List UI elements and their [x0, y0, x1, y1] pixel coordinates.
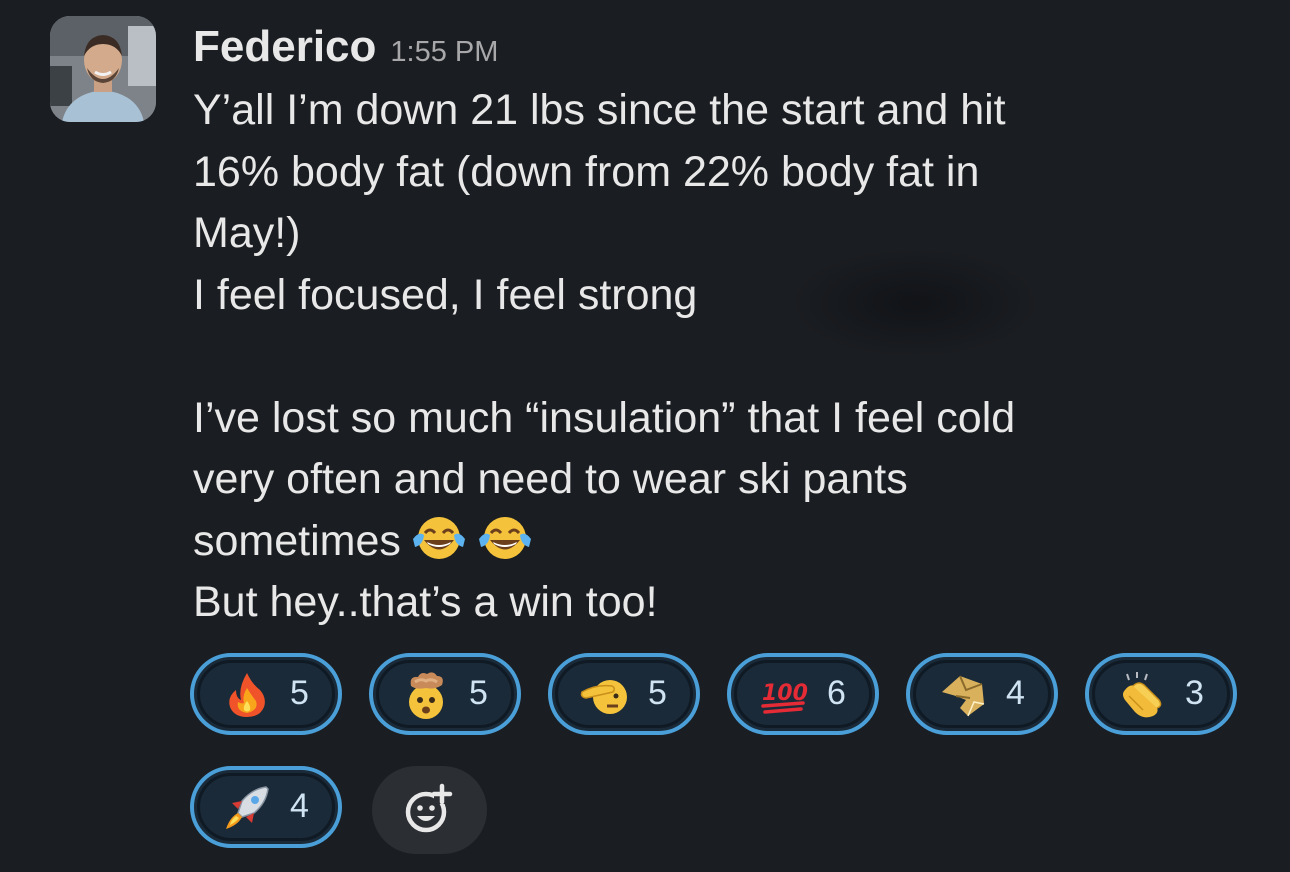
reaction-rocket[interactable]: 4 — [190, 766, 342, 848]
reaction-count: 5 — [290, 674, 309, 712]
reaction-count: 4 — [290, 787, 309, 825]
author-name[interactable]: Federico — [193, 22, 376, 72]
message-container: Federico 1:55 PM Y’all I’m down 21 lbs s… — [0, 0, 1290, 872]
message-timestamp[interactable]: 1:55 PM — [390, 36, 498, 69]
reaction-exploding-head[interactable]: 5 — [369, 653, 521, 735]
author-avatar[interactable] — [50, 16, 156, 122]
reaction-count: 6 — [827, 674, 846, 712]
reaction-fire[interactable]: 5 — [190, 653, 342, 735]
add-emoji-icon — [405, 783, 453, 833]
redacted-area — [790, 248, 1040, 358]
face-with-tears-of-joy-icon — [411, 513, 467, 581]
message-line-with-emoji: sometimes — [193, 511, 1233, 573]
message-body: Y’all I’m down 21 lbs since the start an… — [193, 80, 1233, 634]
message-header: Federico 1:55 PM — [193, 22, 498, 78]
face-with-tears-of-joy-icon — [477, 513, 533, 581]
message-line: very often and need to wear ski pants — [193, 455, 908, 503]
fire-icon — [229, 673, 265, 717]
gold-lion-logo-icon — [942, 675, 985, 717]
avatar-photo-icon — [50, 16, 156, 122]
message-line: I feel focused, I feel strong — [193, 270, 698, 319]
reaction-count: 5 — [648, 674, 667, 712]
clapping-hands-icon — [1123, 672, 1162, 718]
reaction-clapping-hands[interactable]: 3 — [1085, 653, 1237, 735]
add-reaction-button[interactable] — [372, 766, 487, 854]
reaction-hundred-points[interactable]: 100 6 — [727, 653, 879, 735]
hundred-points-icon: 100 — [761, 681, 808, 714]
rocket-icon — [226, 786, 269, 829]
message-line: But hey..that’s a win too! — [193, 578, 658, 626]
message-line: Y’all I’m down 21 lbs since the start an… — [193, 86, 1006, 134]
message-line: May!) — [193, 209, 301, 257]
reaction-count: 4 — [1006, 674, 1025, 712]
reaction-gold-lion[interactable]: 4 — [906, 653, 1058, 735]
message-line: 16% body fat (down from 22% body fat in — [193, 147, 980, 196]
message-line-text: sometimes — [193, 516, 401, 565]
message-line: I’ve lost so much “insulation” that I fe… — [193, 393, 1016, 442]
saluting-face-icon — [580, 680, 627, 714]
reaction-count: 5 — [469, 674, 488, 712]
reaction-saluting-face[interactable]: 5 — [548, 653, 700, 735]
reaction-count: 3 — [1185, 674, 1204, 712]
exploding-head-icon — [409, 672, 443, 719]
